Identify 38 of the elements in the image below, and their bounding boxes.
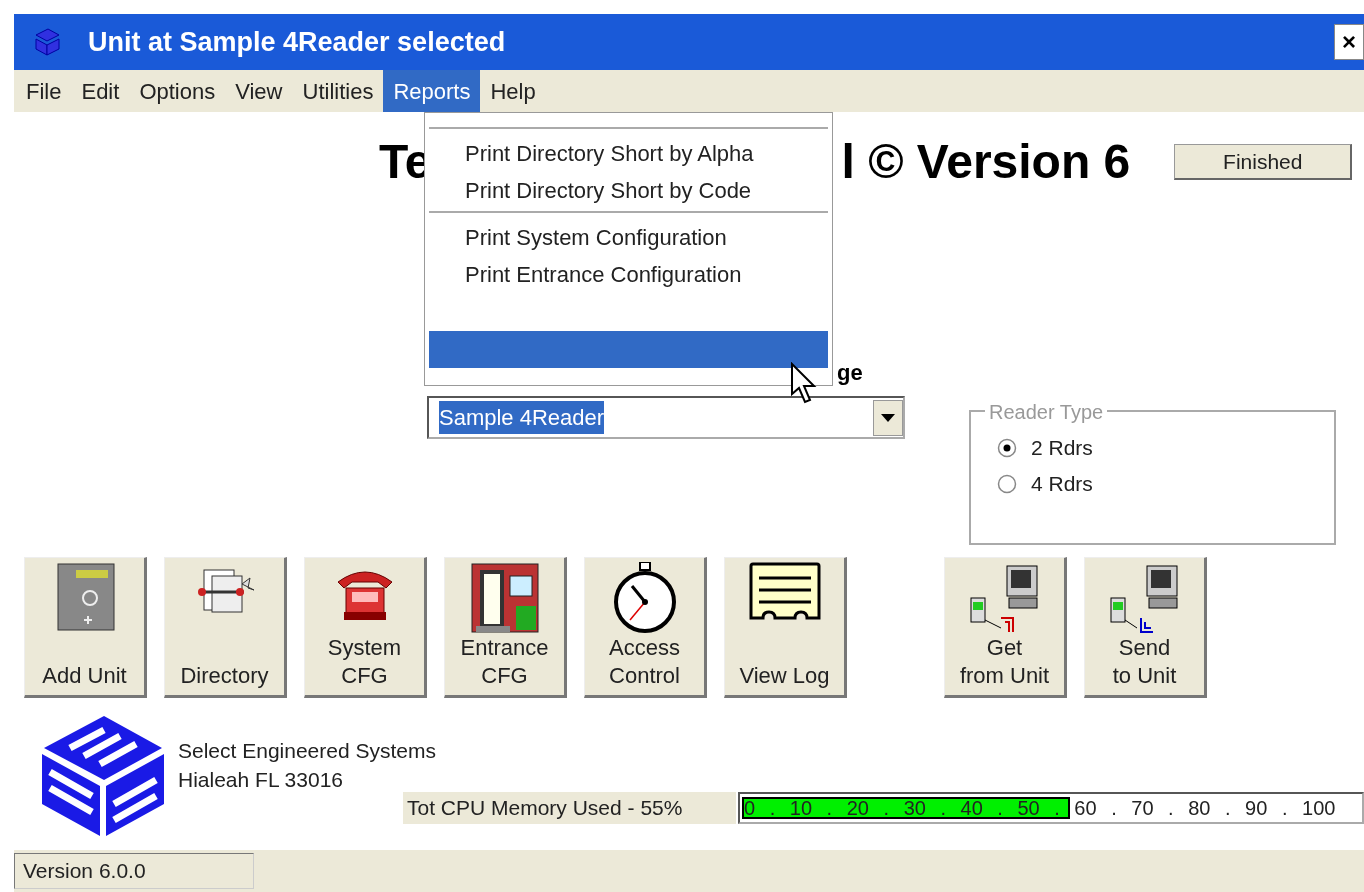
- menu-item[interactable]: Edit: [71, 70, 130, 112]
- doorway-icon: [469, 562, 540, 634]
- toolbar-button[interactable]: Send to Unit: [1084, 557, 1207, 698]
- toolbar-button[interactable]: Get from Unit: [944, 557, 1067, 698]
- window-title: Unit at Sample 4Reader selected: [88, 25, 506, 59]
- menu-item[interactable]: Help: [480, 70, 546, 112]
- field-label: ge: [837, 359, 864, 387]
- meter-scale: 0 . 10 . 20 . 30 . 40 . 50 . 60 . 70 . 80 . 90 . 100: [744, 796, 1336, 820]
- memory-label: Tot CPU Memory Used - 55%: [403, 792, 736, 824]
- status-version: Version 6.0.0: [14, 853, 254, 889]
- radio-label: 4 Rdrs: [1031, 471, 1093, 498]
- menu-item[interactable]: Options: [129, 70, 226, 112]
- toolbar-button[interactable]: Access Control: [584, 557, 707, 698]
- company-address: Hialeah FL 33016: [178, 767, 344, 794]
- toolbar-button[interactable]: Directory: [164, 557, 287, 698]
- toolbar-button[interactable]: System CFG: [304, 557, 427, 698]
- menu-item[interactable]: File: [16, 70, 72, 112]
- finished-button[interactable]: Finished: [1174, 144, 1353, 180]
- heading-text: l © Version 6: [841, 134, 1131, 190]
- toolbar-button[interactable]: Entrance CFG: [444, 557, 567, 698]
- toolbar-button[interactable]: Add Unit: [24, 557, 147, 698]
- menu-item[interactable]: View: [225, 70, 293, 112]
- menu-entry[interactable]: Print Entrance Configuration: [429, 256, 828, 293]
- radio-label: 2 Rdrs: [1031, 435, 1093, 462]
- company-name: Select Engineered Systems: [178, 738, 436, 764]
- menu-entry[interactable]: Print Directory Short by Alpha: [429, 135, 828, 172]
- close-button[interactable]: ×: [1334, 24, 1364, 60]
- toolbar-button[interactable]: View Log: [724, 557, 847, 698]
- menu-entry[interactable]: Print System Configuration: [429, 219, 828, 256]
- unit-dropdown[interactable]: Sample 4Reader: [427, 396, 905, 439]
- menu-item[interactable]: Reports: [383, 70, 481, 112]
- radio-button[interactable]: [997, 438, 1017, 458]
- radio-button[interactable]: [997, 474, 1017, 494]
- stopwatch-icon: [611, 562, 678, 634]
- app-logo-icon: [32, 27, 62, 57]
- menu-entry[interactable]: Print Directory Short by Code: [429, 172, 828, 209]
- menu-item[interactable]: Utilities: [292, 70, 384, 112]
- dropdown-arrow-icon[interactable]: [881, 413, 895, 422]
